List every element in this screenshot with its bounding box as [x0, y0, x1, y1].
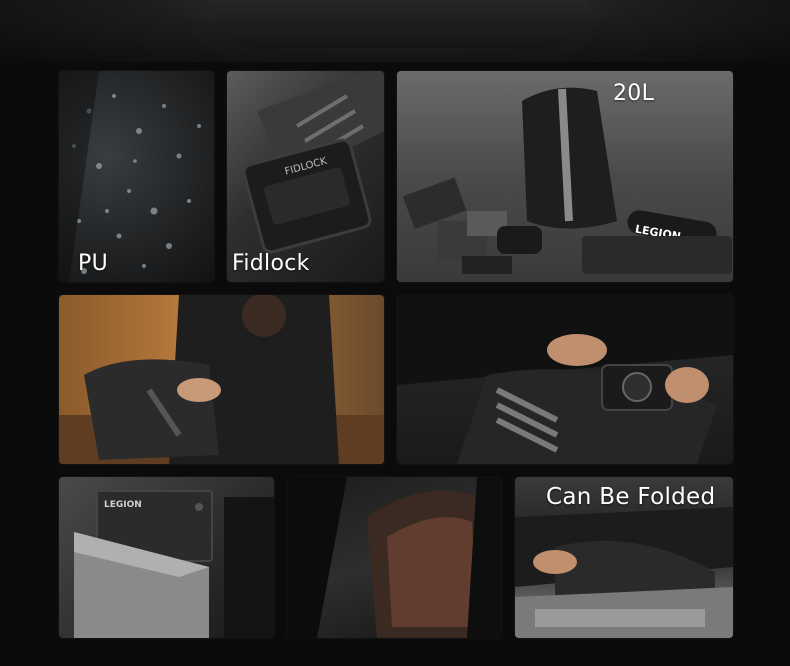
pu-material-photo: PU — [59, 71, 214, 282]
backpack-bottom-silhouette — [210, 0, 590, 48]
foldable-backpack-photo: Can Be Folded — [515, 477, 733, 638]
backpack-flatlay-image: LEGION — [402, 87, 732, 274]
capacity-flatlay-photo: LEGION 20L — [397, 71, 733, 282]
fidlock-buckle-photo: FIDLOCK Fidlock — [227, 71, 384, 282]
tablet-compartment-photo: LEGION — [59, 477, 274, 638]
commuter-seat-photo — [59, 295, 384, 464]
legion-tablet-mark: LEGION — [104, 500, 142, 510]
mesh-pocket-photo — [287, 477, 501, 638]
camera-pocket-image — [397, 295, 733, 464]
capacity-caption: 20L — [613, 81, 655, 106]
interior-mesh-pocket-image — [287, 477, 501, 638]
folded-caption: Can Be Folded — [546, 484, 716, 510]
commuter-with-backpack-image — [59, 295, 384, 464]
top-banner-image — [0, 0, 790, 62]
camera-access-photo — [397, 295, 733, 464]
tablet-laptop-sleeve-image: LEGION — [74, 490, 274, 638]
fidlock-caption: Fidlock — [232, 251, 310, 276]
pu-caption: PU — [78, 251, 108, 276]
